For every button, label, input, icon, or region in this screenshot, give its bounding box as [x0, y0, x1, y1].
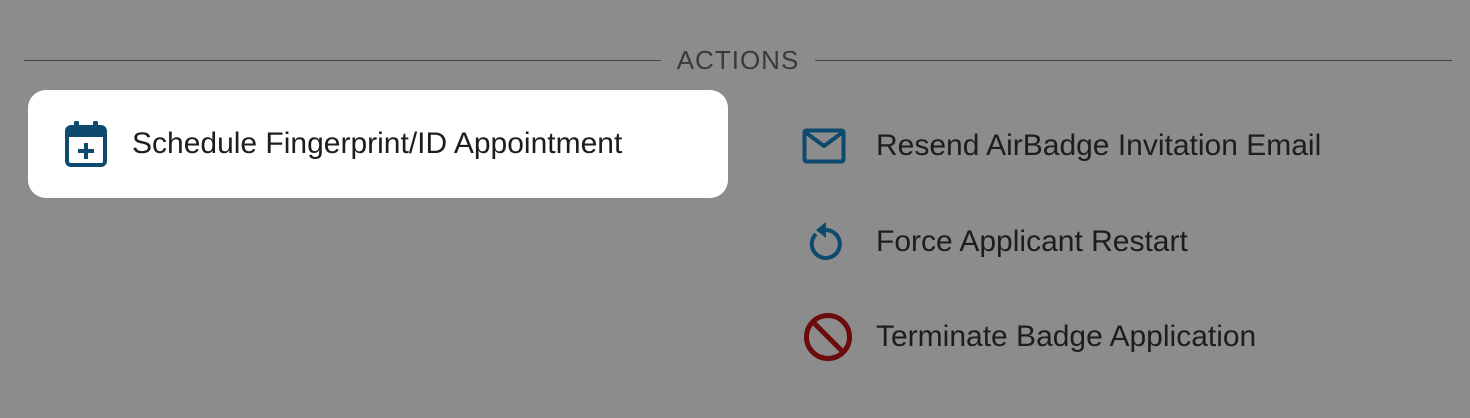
- block-icon: [802, 311, 854, 363]
- mail-icon: [798, 120, 850, 172]
- schedule-appointment-label: Schedule Fingerprint/ID Appointment: [132, 127, 623, 160]
- section-title: ACTIONS: [676, 44, 800, 75]
- terminate-application-button[interactable]: Terminate Badge Application: [802, 311, 1256, 363]
- resend-invitation-label: Resend AirBadge Invitation Email: [876, 129, 1322, 162]
- force-restart-button[interactable]: Force Applicant Restart: [798, 216, 1188, 268]
- actions-section-header: ACTIONS: [24, 40, 1453, 80]
- resend-invitation-button[interactable]: Resend AirBadge Invitation Email: [798, 120, 1321, 172]
- header-rule-right: [815, 59, 1453, 61]
- calendar-plus-icon: [60, 118, 112, 170]
- terminate-application-label: Terminate Badge Application: [876, 320, 1257, 353]
- force-restart-label: Force Applicant Restart: [876, 225, 1188, 258]
- header-rule-left: [24, 59, 661, 61]
- restart-icon: [798, 216, 850, 268]
- schedule-appointment-button[interactable]: Schedule Fingerprint/ID Appointment: [28, 90, 728, 198]
